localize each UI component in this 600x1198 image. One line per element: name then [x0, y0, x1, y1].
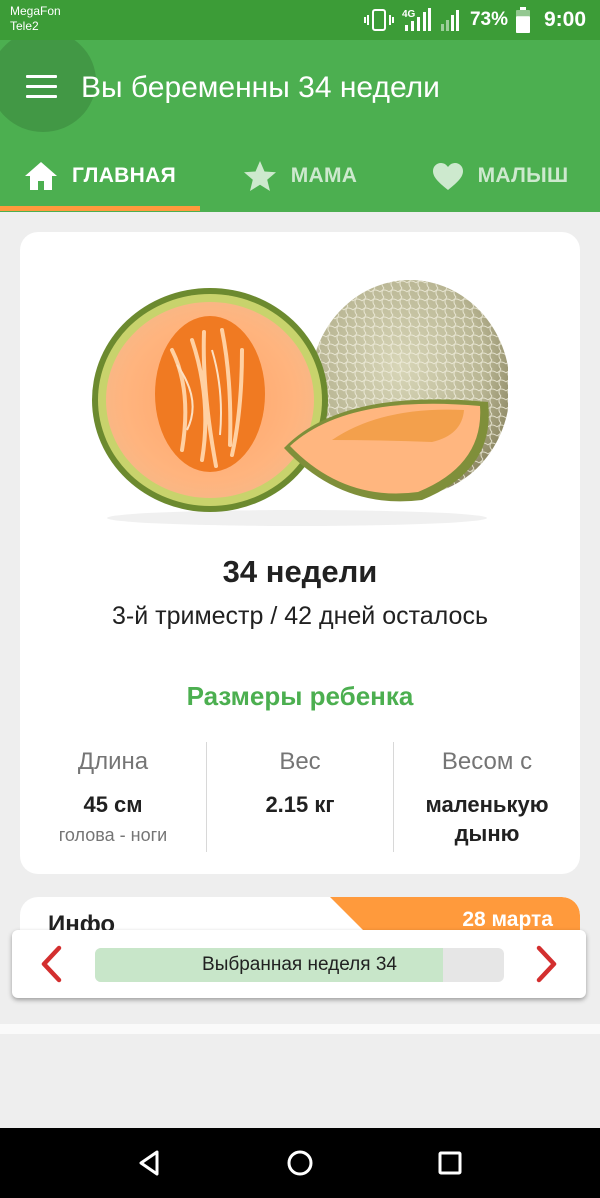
tab-bar: ГЛАВНАЯ МАМА МАЛЫШ	[0, 140, 600, 212]
week-progress-bar[interactable]: Выбранная неделя 34	[95, 948, 504, 982]
week-title: 34 недели	[222, 554, 378, 589]
melon-image	[92, 280, 508, 526]
clock: 9:00	[543, 8, 586, 31]
stat-weight: Вес 2.15 кг	[206, 742, 393, 852]
stat-length-value: 45 см	[83, 792, 143, 817]
next-week-button[interactable]	[526, 944, 566, 984]
tab-home[interactable]: ГЛАВНАЯ	[0, 140, 200, 212]
tab-mama[interactable]: МАМА	[200, 140, 400, 212]
carrier-names: MegaFon Tele2	[10, 4, 61, 34]
system-nav-bar	[0, 1128, 600, 1198]
signal-4g-icon: 4G	[402, 8, 431, 31]
selected-week-label: Выбранная неделя 34	[202, 954, 397, 975]
tab-mama-label: МАМА	[290, 164, 358, 187]
star-icon	[243, 161, 276, 191]
stat-compare: Весом с маленькую дыню	[393, 742, 580, 852]
menu-icon-line	[26, 95, 57, 98]
home-nav-icon[interactable]	[285, 1148, 315, 1178]
week-selector: Выбранная неделя 34	[12, 930, 586, 998]
page-title: Вы беременны 34 недели	[81, 71, 440, 104]
tab-baby-label: МАЛЫШ	[477, 164, 569, 187]
signal-icon	[440, 10, 459, 31]
due-date: 28 марта	[462, 908, 553, 931]
stat-weight-label: Вес	[279, 748, 321, 775]
menu-button[interactable]	[18, 66, 64, 110]
stat-length-note: голова - ноги	[58, 825, 168, 845]
menu-icon-line	[26, 85, 57, 88]
chevron-right-icon	[536, 945, 557, 983]
stat-weight-value: 2.15 кг	[265, 792, 335, 817]
stat-compare-value: маленькую дыню	[425, 792, 549, 846]
chevron-left-icon	[41, 945, 62, 983]
week-card: 34 недели 3-й триместр / 42 дней осталос…	[20, 232, 580, 874]
app-bar: Вы беременны 34 недели ГЛАВНАЯ МАМА МАЛЫ…	[0, 40, 600, 212]
baby-sizes-heading: Размеры ребенка	[186, 681, 414, 711]
back-icon[interactable]	[135, 1148, 165, 1178]
home-icon	[25, 162, 57, 190]
carrier-2: Tele2	[10, 19, 39, 33]
battery-percent: 73%	[469, 9, 508, 30]
menu-icon	[26, 75, 57, 78]
vibrate-icon	[363, 9, 394, 31]
carrier-1: MegaFon	[10, 4, 61, 18]
heart-icon	[432, 162, 463, 190]
stat-length-label: Длина	[77, 748, 149, 775]
tab-home-label: ГЛАВНАЯ	[72, 164, 176, 187]
battery-icon	[515, 7, 530, 33]
tab-baby[interactable]: МАЛЫШ	[400, 140, 600, 212]
content-divider	[0, 1024, 600, 1034]
baby-stats: Длина 45 см голова - ноги Вес 2.15 кг Ве…	[20, 742, 580, 852]
previous-week-button[interactable]	[32, 944, 72, 984]
recents-icon[interactable]	[435, 1148, 465, 1178]
status-bar: MegaFon Tele2 4G 73% 9:00	[0, 0, 600, 40]
network-type: 4G	[402, 9, 416, 20]
stat-length: Длина 45 см голова - ноги	[20, 742, 206, 852]
active-tab-indicator	[0, 206, 200, 211]
status-indicators: 4G 73% 9:00	[363, 0, 586, 40]
stat-compare-label: Весом с	[441, 748, 533, 775]
trimester-info: 3-й триместр / 42 дней осталось	[112, 602, 488, 630]
